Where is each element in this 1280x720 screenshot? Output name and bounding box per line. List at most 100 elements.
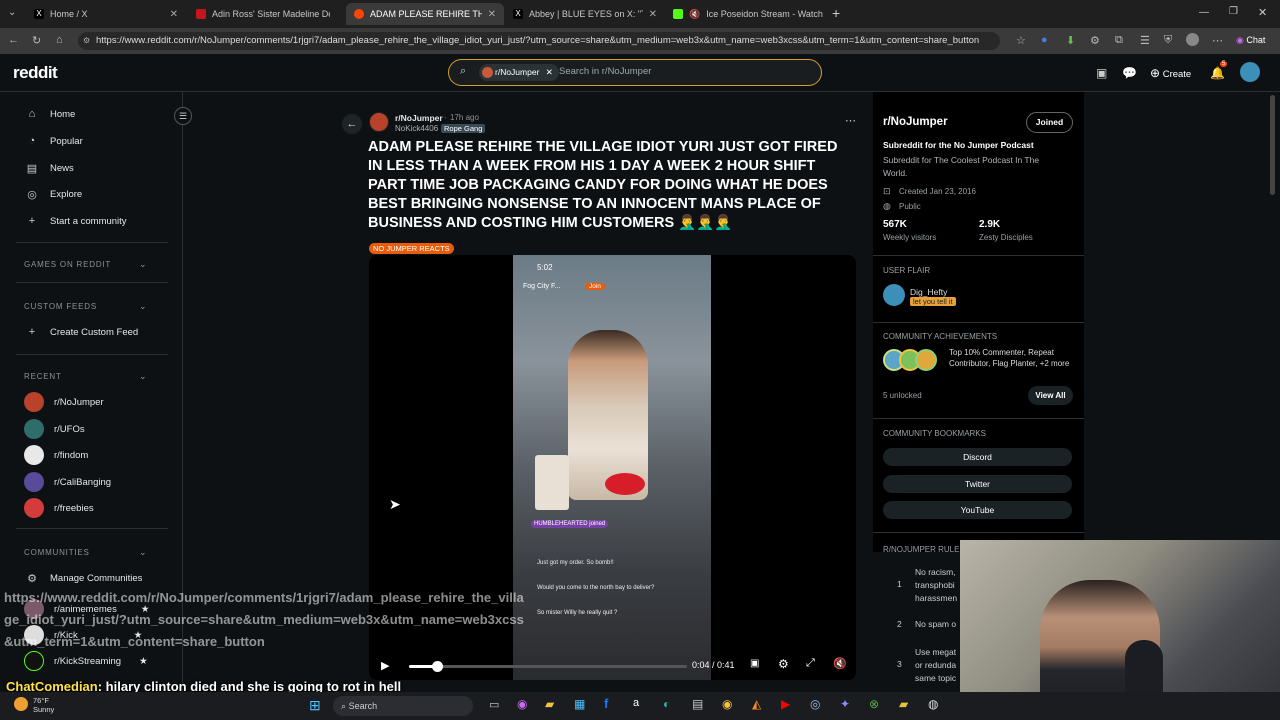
section-heading-custom-feeds[interactable]: CUSTOM FEEDS [24, 302, 97, 311]
site-info-icon[interactable]: ⚙ [83, 32, 90, 50]
amazon-icon[interactable]: a [633, 697, 639, 709]
recent-item-ufos[interactable]: r/UFOs [24, 419, 85, 439]
tab-abbey-x[interactable]: X Abbey | BLUE EYES on X: "The Pizz ✕ [505, 3, 665, 25]
recent-item-nojumper[interactable]: r/NoJumper [24, 392, 104, 412]
joined-button[interactable]: Joined [1026, 112, 1073, 133]
rule-text[interactable]: No racism, transphobi harassmen [915, 566, 960, 605]
extension-icon[interactable]: ⬇ [1066, 34, 1075, 47]
page-scrollbar[interactable] [1270, 95, 1275, 195]
sidebar-item-explore[interactable]: ◎ Explore [24, 188, 82, 201]
video-scrubber-thumb[interactable] [431, 661, 443, 672]
new-tab-icon[interactable]: + [832, 5, 840, 21]
reload-icon[interactable]: ↻ [32, 34, 41, 47]
search-scope-chip[interactable]: r/NoJumper ✕ [479, 64, 559, 81]
community-name[interactable]: r/NoJumper [883, 116, 948, 128]
task-view-icon[interactable]: ▭ [489, 698, 499, 711]
community-item-kickstreaming[interactable]: r/KickStreaming ★ [24, 651, 148, 671]
tab-ice-poseidon[interactable]: 🔇 Ice Poseidon Stream - Watch ✕ [665, 3, 825, 25]
captions-icon[interactable]: ▣ [750, 658, 759, 669]
copilot-chat-button[interactable]: ◉ Chat [1236, 35, 1265, 46]
facebook-icon[interactable]: f [604, 696, 608, 711]
profile-avatar[interactable] [1186, 33, 1199, 46]
play-icon[interactable]: ▶ [381, 659, 389, 672]
bookmark-youtube[interactable]: YouTube [883, 501, 1072, 519]
post-author[interactable]: NoKick4406 [395, 124, 438, 133]
section-heading-recent[interactable]: RECENT [24, 372, 62, 381]
home-icon[interactable]: ⌂ [56, 34, 63, 46]
manage-communities-button[interactable]: ⚙ Manage Communities [24, 572, 142, 585]
create-button[interactable]: ⊕ Create [1150, 66, 1191, 80]
post-options-icon[interactable]: ⋯ [845, 114, 856, 127]
chevron-down-icon[interactable]: ⌄ [139, 547, 147, 558]
file-explorer-icon[interactable]: ▰ [545, 697, 554, 711]
github-icon[interactable]: ◍ [928, 697, 938, 711]
video-scrubber[interactable] [409, 661, 687, 672]
sidebar-item-popular[interactable]: ◔ Popular [24, 135, 83, 147]
restore-icon[interactable]: ❐ [1229, 6, 1238, 17]
app-icon[interactable]: ◭ [752, 697, 761, 711]
taskbar-search[interactable]: ⌕ Search [333, 696, 473, 716]
sidebar-collapse-icon[interactable]: ☰ [174, 107, 192, 125]
tab-x-home[interactable]: X Home / X ✕ [26, 3, 186, 25]
tab-adin-ross[interactable]: Adin Ross' Sister Madeline Dead a [188, 3, 346, 25]
advertise-icon[interactable]: ▣ [1096, 66, 1107, 80]
settings-gear-icon[interactable]: ⚙ [778, 657, 789, 671]
youtube-icon[interactable]: ▶ [781, 697, 790, 711]
post-flair[interactable]: NO JUMPER REACTS [369, 243, 454, 254]
recent-item-freebies[interactable]: r/freebies [24, 498, 94, 518]
app-icon[interactable]: ✦ [840, 697, 850, 711]
bookmark-star-icon[interactable]: ☆ [1016, 34, 1026, 47]
extension-icon[interactable]: ● [1041, 34, 1048, 46]
search-input[interactable]: ⌕ r/NoJumper ✕ Search in r/NoJumper [448, 59, 822, 86]
view-all-button[interactable]: View All [1028, 386, 1073, 405]
copilot-icon[interactable]: ◉ [517, 697, 527, 711]
fullscreen-icon[interactable]: ⤢ [806, 657, 815, 670]
sidebar-item-start-community[interactable]: + Start a community [24, 215, 127, 227]
close-icon[interactable]: ✕ [488, 9, 496, 20]
shield-icon[interactable]: ⛨ [1164, 34, 1172, 47]
chrome-icon[interactable]: ◉ [722, 697, 732, 711]
favorites-icon[interactable]: ☰ [1140, 34, 1150, 47]
reddit-logo[interactable]: reddit [13, 63, 58, 83]
recent-item-findom[interactable]: r/findom [24, 445, 88, 465]
chip-close-icon[interactable]: ✕ [546, 67, 553, 77]
recent-item-calibanging[interactable]: r/CaliBanging [24, 472, 111, 492]
xbox-icon[interactable]: ⊗ [869, 697, 879, 711]
sidebar-item-home[interactable]: ⌂ Home [24, 108, 76, 120]
puzzle-icon[interactable]: ⚙ [1090, 34, 1100, 47]
window-close-icon[interactable]: ✕ [1258, 6, 1267, 19]
rule-text[interactable]: Use megat or redunda same topic [915, 646, 960, 685]
menu-icon[interactable]: ⋯ [1212, 34, 1223, 47]
rule-text[interactable]: No spam o [915, 619, 960, 629]
bookmark-twitter[interactable]: Twitter [883, 475, 1072, 493]
chevron-down-icon[interactable]: ⌄ [139, 259, 147, 270]
collections-icon[interactable]: ⧉ [1115, 34, 1123, 47]
notification-icon[interactable]: 🔔 [1210, 66, 1225, 80]
steam-icon[interactable]: ◎ [810, 697, 820, 711]
user-flair-tag[interactable]: let you tell it [910, 297, 956, 306]
create-custom-feed-button[interactable]: + Create Custom Feed [24, 326, 138, 338]
back-icon[interactable]: ← [8, 34, 19, 46]
close-icon[interactable]: ✕ [649, 9, 657, 20]
chat-icon[interactable]: 💬 [1122, 66, 1137, 80]
tab-reddit-post[interactable]: ADAM PLEASE REHIRE THE VILLAG ✕ [346, 3, 504, 25]
sidebar-item-news[interactable]: ▤ News [24, 162, 74, 175]
mute-icon[interactable]: 🔇 [833, 657, 847, 670]
chevron-down-icon[interactable]: ⌄ [139, 371, 147, 382]
subreddit-avatar[interactable] [369, 112, 389, 132]
app-icon[interactable]: ▰ [899, 697, 908, 711]
windows-start-icon[interactable]: ⊞ [309, 697, 321, 714]
back-button[interactable]: ← [342, 114, 362, 134]
section-heading-communities[interactable]: COMMUNITIES [24, 548, 90, 557]
calculator-icon[interactable]: ▤ [692, 697, 703, 711]
store-icon[interactable]: ▦ [574, 697, 585, 711]
user-flair-avatar[interactable] [883, 284, 905, 306]
user-avatar[interactable] [1240, 62, 1260, 82]
minimize-icon[interactable]: — [1199, 7, 1209, 18]
tab-list-icon[interactable]: ⌄ [8, 7, 16, 18]
post-title[interactable]: ADAM PLEASE REHIRE THE VILLAGE IDIOT YUR… [368, 138, 848, 233]
edge-icon[interactable]: ◐ [663, 697, 670, 711]
close-icon[interactable]: ✕ [170, 9, 178, 20]
section-heading-games[interactable]: GAMES ON REDDIT [24, 260, 111, 269]
muted-icon[interactable]: 🔇 [689, 9, 700, 20]
